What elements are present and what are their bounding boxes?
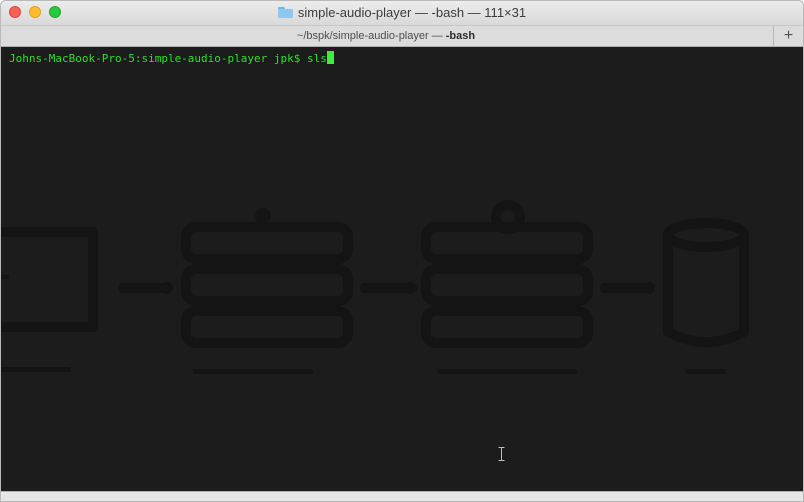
tab-path: ~/bspk/simple-audio-player — <box>296 30 446 42</box>
window-title-folder: simple-audio-player <box>297 5 412 20</box>
folder-icon <box>277 7 293 18</box>
server-unit <box>181 306 353 348</box>
title-bar[interactable]: simple-audio-player — -bash — 111×31 <box>1 1 803 25</box>
device-shape <box>1 227 98 332</box>
window-bottom-edge <box>1 491 803 501</box>
typed-command: sls <box>307 52 327 65</box>
prompt-line: Johns-MacBook-Pro-5:simple-audio-player … <box>9 51 334 65</box>
server-unit <box>181 264 353 306</box>
tab-bar: ~/bspk/simple-audio-player — -bash + <box>1 25 803 47</box>
tab-process: -bash <box>445 30 476 42</box>
server-unit <box>421 264 593 306</box>
background-pipeline-diagram <box>1 200 749 374</box>
database-top <box>663 218 749 252</box>
terminal-window: simple-audio-player — -bash — 111×31 ~/b… <box>0 0 804 502</box>
ibeam-cursor-icon <box>498 447 505 461</box>
shell-prompt: Johns-MacBook-Pro-5:simple-audio-player … <box>9 52 308 65</box>
server-unit <box>181 222 353 264</box>
window-title-rest: — -bash — 111×31 <box>411 5 527 20</box>
text-cursor <box>326 51 334 64</box>
window-title: simple-audio-player — -bash — 111×31 <box>1 5 803 20</box>
server-unit <box>421 306 593 348</box>
server-badge <box>491 200 525 234</box>
tab-bash[interactable]: ~/bspk/simple-audio-player — -bash <box>1 26 771 47</box>
new-tab-button[interactable]: + <box>773 26 803 47</box>
terminal-content[interactable]: Johns-MacBook-Pro-5:simple-audio-player … <box>1 47 803 491</box>
